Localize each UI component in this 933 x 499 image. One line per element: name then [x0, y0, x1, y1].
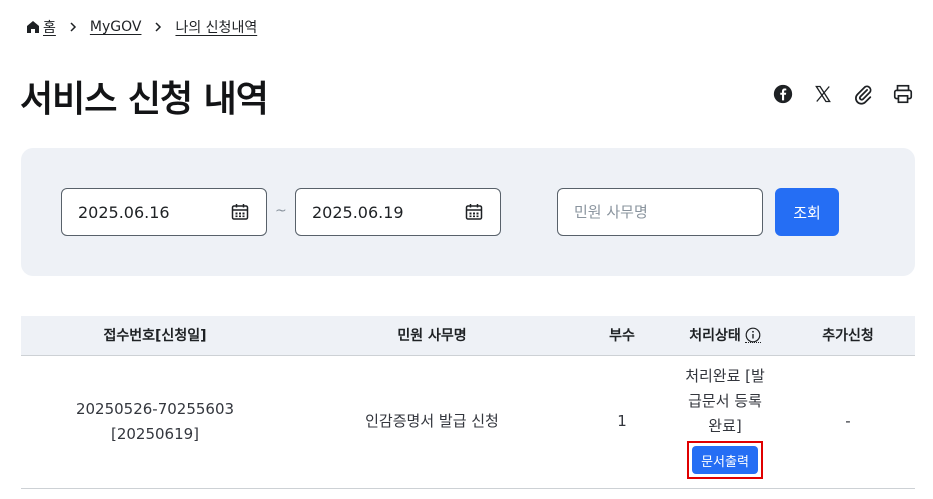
search-panel: 2025.06.16 ~ 2025.06.19 조회 — [21, 148, 915, 276]
highlight-box: 문서출력 — [687, 441, 763, 479]
start-date-value: 2025.06.16 — [78, 202, 170, 222]
facebook-icon[interactable] — [771, 82, 795, 106]
header-status: 처리상태 — [669, 316, 781, 356]
date-range-separator: ~ — [275, 203, 287, 219]
end-date-field[interactable]: 2025.06.19 — [295, 188, 501, 236]
page-title: 서비스 신청 내역 — [20, 79, 269, 120]
receipt-number: 20250526-70255603 — [75, 399, 235, 418]
breadcrumb: 홈 MyGOV 나의 신청내역 — [26, 16, 257, 38]
home-icon — [26, 20, 40, 34]
apply-date: [20250619] — [110, 424, 200, 443]
search-button[interactable]: 조회 — [775, 188, 839, 236]
header-status-label: 처리상태 — [689, 328, 741, 345]
link-icon[interactable] — [851, 82, 875, 106]
share-toolbar — [771, 82, 915, 106]
end-date-value: 2025.06.19 — [312, 202, 404, 222]
status-cell: 처리완료 [발급문서 등록완료] 문서출력 — [669, 355, 781, 489]
table-row: 20250526-70255603 [20250619] 인감증명서 발급 신청… — [21, 355, 915, 489]
breadcrumb-mygov[interactable]: MyGOV — [90, 19, 142, 35]
start-date-field[interactable]: 2025.06.16 — [61, 188, 267, 236]
x-icon[interactable] — [811, 82, 835, 106]
receipt-cell: 20250526-70255603 [20250619] — [21, 355, 289, 489]
calendar-icon[interactable] — [230, 202, 250, 222]
calendar-icon[interactable] — [464, 202, 484, 222]
info-icon[interactable] — [744, 327, 761, 344]
status-text: 처리완료 [발급문서 등록완료] — [685, 367, 765, 435]
chevron-right-icon — [68, 22, 78, 32]
chevron-right-icon — [153, 22, 163, 32]
service-cell: 인감증명서 발급 신청 — [289, 355, 575, 489]
header-copies: 부수 — [575, 316, 669, 356]
copies-cell: 1 — [575, 355, 669, 489]
header-receipt: 접수번호[신청일] — [21, 316, 289, 356]
result-table: 접수번호[신청일] 민원 사무명 부수 처리상태 추가신청 20250526-7… — [21, 316, 915, 489]
service-name-input[interactable] — [557, 188, 763, 236]
breadcrumb-current[interactable]: 나의 신청내역 — [175, 17, 257, 37]
extra-cell: - — [781, 355, 915, 489]
header-service: 민원 사무명 — [289, 316, 575, 356]
header-extra: 추가신청 — [781, 316, 915, 356]
table-header-row: 접수번호[신청일] 민원 사무명 부수 처리상태 추가신청 — [21, 316, 915, 356]
breadcrumb-home[interactable]: 홈 — [43, 17, 56, 37]
print-document-button[interactable]: 문서출력 — [692, 446, 758, 474]
print-icon[interactable] — [891, 82, 915, 106]
